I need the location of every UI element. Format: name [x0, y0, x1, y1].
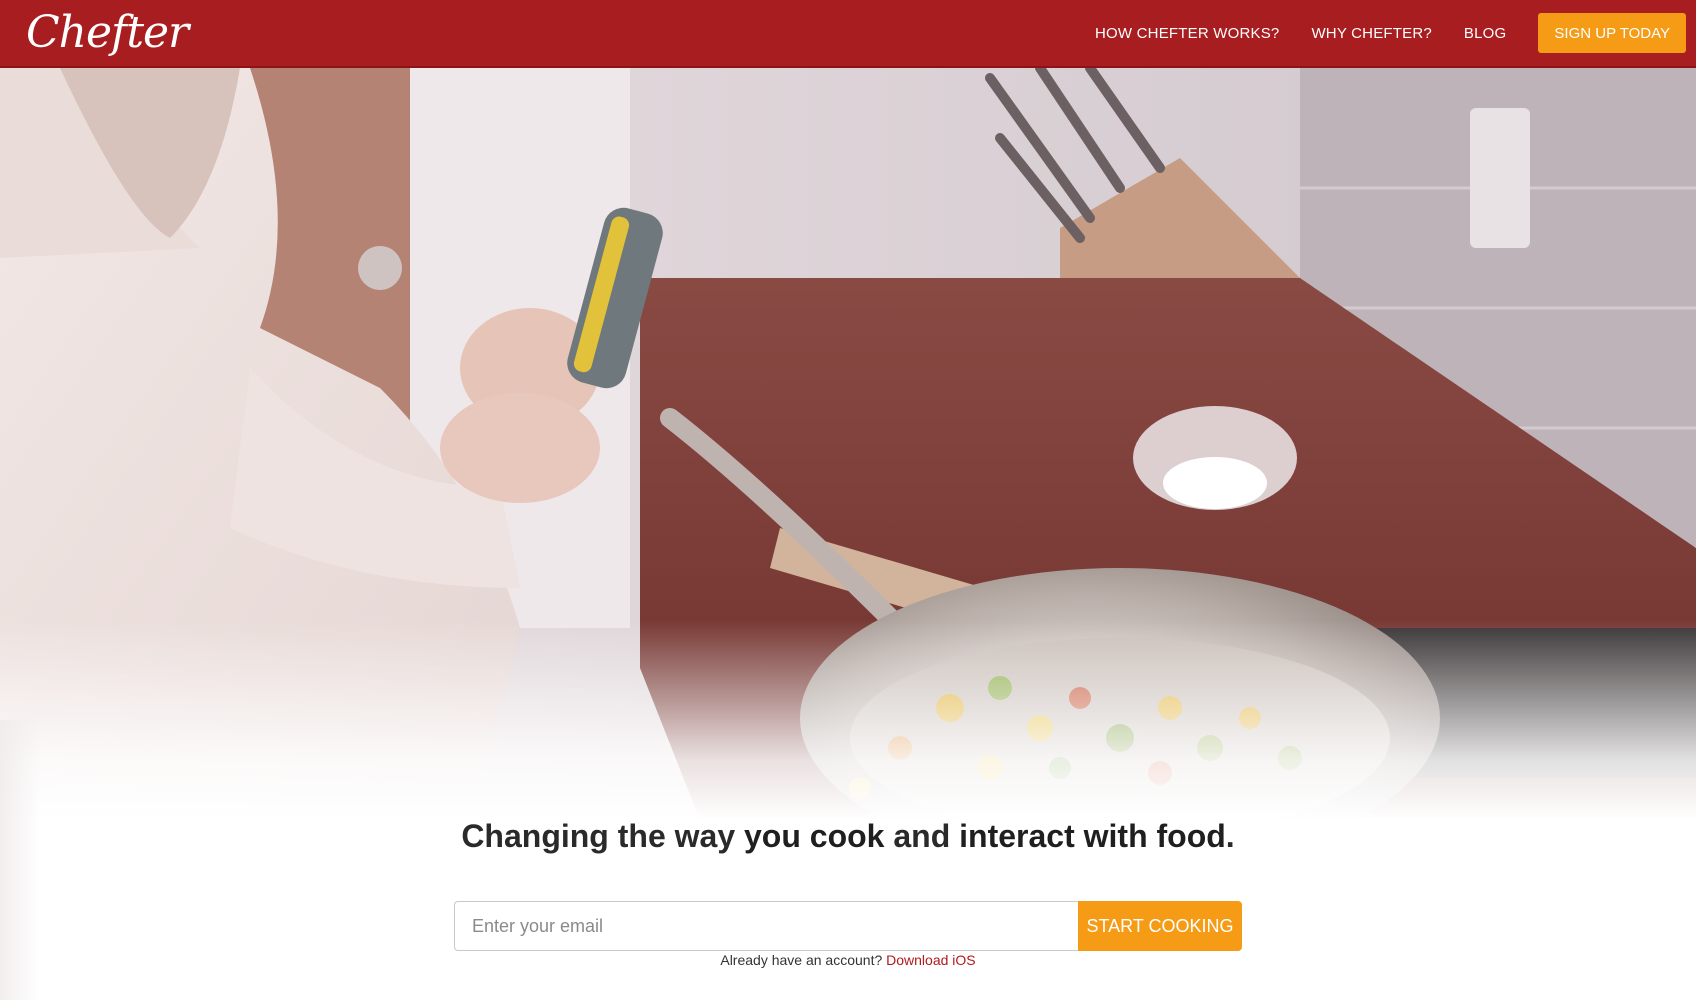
- main-nav: HOW CHEFTER WORKS? WHY CHEFTER? BLOG SIG…: [1095, 0, 1686, 66]
- email-signup-form: START COOKING: [454, 901, 1242, 951]
- nav-why-chefter[interactable]: WHY CHEFTER?: [1311, 25, 1431, 42]
- account-prompt: Already have an account? Download iOS: [0, 952, 1696, 968]
- download-ios-link[interactable]: Download iOS: [886, 952, 976, 968]
- account-prompt-text: Already have an account?: [720, 952, 887, 968]
- tagline-text-1: Changing the way: [461, 818, 744, 854]
- nav-blog[interactable]: BLOG: [1464, 25, 1506, 42]
- hero-image: [0, 68, 1696, 820]
- hero-tagline: Changing the way you cook and interact w…: [0, 818, 1696, 855]
- chefter-logo[interactable]: Chefter: [26, 11, 189, 55]
- top-navbar: Chefter HOW CHEFTER WORKS? WHY CHEFTER? …: [0, 0, 1696, 68]
- tagline-text-2: and: [884, 818, 960, 854]
- tagline-bold-interact-with-food: interact with food: [959, 818, 1226, 854]
- sign-up-today-button[interactable]: SIGN UP TODAY: [1538, 13, 1686, 53]
- tagline-period: .: [1225, 818, 1235, 854]
- start-cooking-button[interactable]: START COOKING: [1078, 901, 1242, 951]
- email-input[interactable]: [454, 901, 1078, 951]
- nav-how-chefter-works[interactable]: HOW CHEFTER WORKS?: [1095, 25, 1279, 42]
- hero-bottom-fade: [0, 620, 1696, 820]
- tagline-bold-you-cook: you cook: [744, 818, 885, 854]
